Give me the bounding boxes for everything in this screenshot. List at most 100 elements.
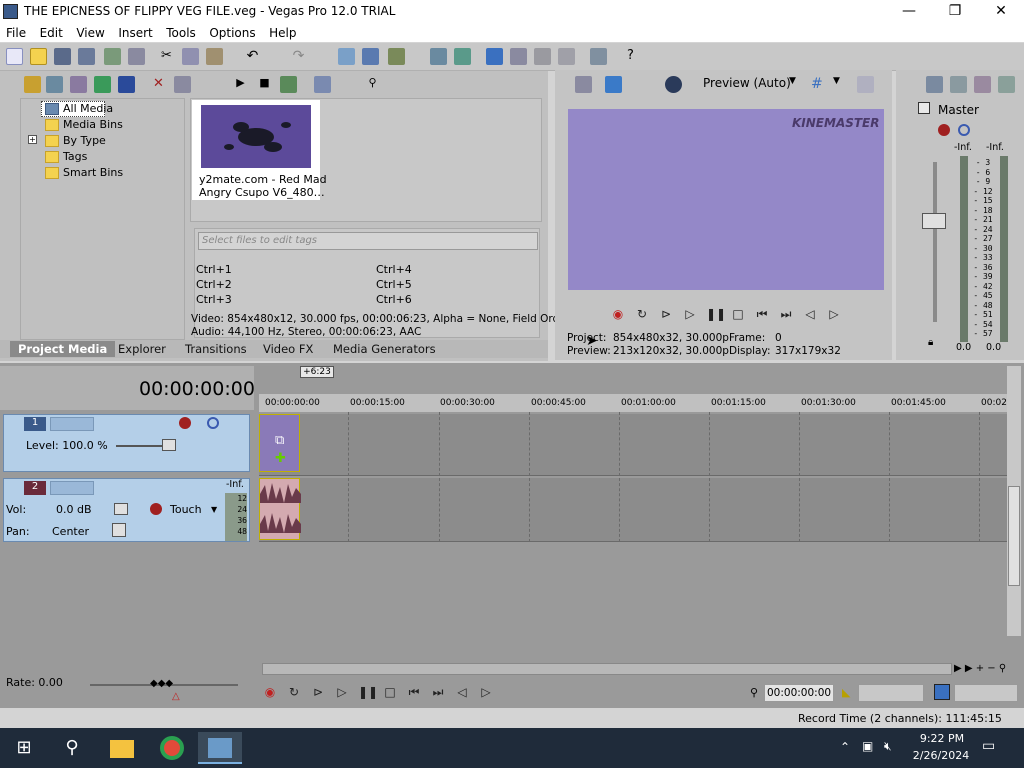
master-select-icon[interactable] xyxy=(918,102,930,114)
cut-icon[interactable]: ✂ xyxy=(158,48,175,65)
level-slider[interactable] xyxy=(162,439,176,451)
menu-options[interactable]: Options xyxy=(205,24,259,42)
start-icon[interactable]: ⊞ xyxy=(2,732,46,764)
chevron-down-icon[interactable]: ▼ xyxy=(789,76,796,86)
go-to-start-icon[interactable]: ⏮ xyxy=(406,684,422,700)
minimize-button[interactable]: — xyxy=(886,0,932,24)
crop-icon[interactable]: ⧉ xyxy=(275,433,284,448)
mute-icon[interactable] xyxy=(207,417,219,429)
audio-track-header[interactable]: 2 Vol: 0.0 dB Touch ▼ Pan: Center -Inf. … xyxy=(3,478,250,542)
track-name-field[interactable] xyxy=(50,417,94,431)
menu-help[interactable]: Help xyxy=(265,24,300,42)
tree-item-by-type[interactable]: By Type xyxy=(63,133,106,149)
tree-item-smart-bins[interactable]: Smart Bins xyxy=(63,165,123,181)
menu-file[interactable]: File xyxy=(2,24,30,42)
horizontal-scrollbar[interactable] xyxy=(262,663,952,675)
tab-explorer[interactable]: Explorer xyxy=(110,341,174,357)
save-icon[interactable] xyxy=(54,48,71,65)
audio-clip[interactable] xyxy=(259,478,301,540)
video-clip[interactable]: ⧉ ✚ xyxy=(259,414,300,472)
master-fader[interactable] xyxy=(922,213,946,229)
mute-icon[interactable] xyxy=(958,124,970,136)
pan-slider[interactable] xyxy=(112,523,126,537)
tree-item-tags[interactable]: Tags xyxy=(63,149,87,165)
paste-icon[interactable] xyxy=(206,48,223,65)
external-monitor-icon[interactable] xyxy=(605,76,622,93)
track-fx-icon[interactable] xyxy=(150,503,162,515)
menu-tools[interactable]: Tools xyxy=(162,24,200,42)
snapping-icon[interactable] xyxy=(430,48,447,65)
chevron-down-icon[interactable]: ▼ xyxy=(833,76,840,86)
automation-mode[interactable]: Touch xyxy=(170,503,202,516)
zoom-tool-icon[interactable] xyxy=(558,48,575,65)
next-frame-icon[interactable]: ▷ xyxy=(478,684,494,700)
volume-muted-icon[interactable]: 🔇︎ xyxy=(884,739,892,754)
overlays-icon[interactable]: # xyxy=(811,76,823,92)
notification-icon[interactable]: ▭ xyxy=(982,738,995,754)
redo-icon[interactable]: ↷ xyxy=(290,48,307,65)
capture-icon[interactable] xyxy=(46,76,63,93)
go-to-end-icon[interactable]: ⏭ xyxy=(778,306,794,322)
copy-snapshot-icon[interactable] xyxy=(857,76,874,93)
stop-icon[interactable]: □ xyxy=(730,306,746,322)
tags-input[interactable]: Select files to edit tags xyxy=(198,232,538,250)
stop-media-icon[interactable]: ■ xyxy=(256,76,273,93)
search-icon[interactable]: ⚲ xyxy=(364,76,381,93)
play-from-start-icon[interactable]: ⊳ xyxy=(310,684,326,700)
expand-icon[interactable]: + xyxy=(28,135,37,144)
fx-icon[interactable]: ✚ xyxy=(275,451,286,466)
media-thumbnail[interactable] xyxy=(201,105,311,168)
video-track-header[interactable]: 1 Level: 100.0 % xyxy=(3,414,250,472)
import-media-icon[interactable] xyxy=(24,76,41,93)
clock-date[interactable]: 2/26/2024 xyxy=(908,749,974,762)
play-media-icon[interactable]: ▶ xyxy=(232,76,249,93)
views-icon[interactable] xyxy=(314,76,331,93)
volume-slider[interactable] xyxy=(114,503,128,515)
insert-bus-icon[interactable] xyxy=(950,76,967,93)
next-frame-icon[interactable]: ▷ xyxy=(826,306,842,322)
lock-envelopes-icon[interactable] xyxy=(454,48,471,65)
tree-item-media-bins[interactable]: Media Bins xyxy=(63,117,123,133)
track-name-field[interactable] xyxy=(50,481,94,495)
preview-properties-icon[interactable] xyxy=(575,76,592,93)
copy-icon[interactable] xyxy=(182,48,199,65)
tab-media-generators[interactable]: Media Generators xyxy=(325,341,444,357)
chevron-down-icon[interactable]: ▼ xyxy=(211,505,217,514)
downmix-icon[interactable] xyxy=(974,76,991,93)
track-fx-icon[interactable] xyxy=(179,417,191,429)
clock-time[interactable]: 9:22 PM xyxy=(914,732,970,745)
record-icon[interactable]: ◉ xyxy=(262,684,278,700)
maximize-button[interactable]: ❐ xyxy=(932,0,978,24)
selection-start-field[interactable] xyxy=(858,684,924,702)
stop-icon[interactable]: □ xyxy=(382,684,398,700)
previous-frame-icon[interactable]: ◁ xyxy=(454,684,470,700)
new-project-icon[interactable] xyxy=(6,48,23,65)
close-button[interactable]: ✕ xyxy=(978,0,1024,24)
get-media-icon[interactable] xyxy=(70,76,87,93)
vertical-scrollbar[interactable] xyxy=(1007,366,1021,636)
save-as-icon[interactable] xyxy=(78,48,95,65)
properties-icon[interactable] xyxy=(128,48,145,65)
envelope-tool-icon[interactable] xyxy=(362,48,379,65)
file-explorer-icon[interactable] xyxy=(100,732,144,764)
master-fx-icon[interactable] xyxy=(938,124,950,136)
normal-edit-tool-icon[interactable] xyxy=(338,48,355,65)
refresh-icon[interactable] xyxy=(94,76,111,93)
remove-media-icon[interactable]: ✕ xyxy=(150,76,167,93)
open-icon[interactable] xyxy=(30,48,47,65)
menu-insert[interactable]: Insert xyxy=(114,24,156,42)
preview-fx-icon[interactable] xyxy=(665,76,682,93)
audio-track-lane[interactable] xyxy=(259,478,1007,542)
menu-view[interactable]: View xyxy=(72,24,108,42)
cursor-position-field[interactable]: 00:00:00:00 xyxy=(764,684,834,702)
customize-icon[interactable] xyxy=(590,48,607,65)
tab-video-fx[interactable]: Video FX xyxy=(255,341,321,357)
lock-icon[interactable]: 🔒︎ xyxy=(928,337,933,348)
chevron-up-icon[interactable]: ⌃ xyxy=(840,740,850,754)
auto-crossfade-icon[interactable] xyxy=(486,48,503,65)
media-properties-icon[interactable] xyxy=(174,76,191,93)
play-icon[interactable]: ▷ xyxy=(334,684,350,700)
search-icon[interactable]: ⚲ xyxy=(50,732,94,764)
mixer-menu-icon[interactable] xyxy=(998,76,1015,93)
play-from-start-icon[interactable]: ⊳ xyxy=(658,306,674,322)
